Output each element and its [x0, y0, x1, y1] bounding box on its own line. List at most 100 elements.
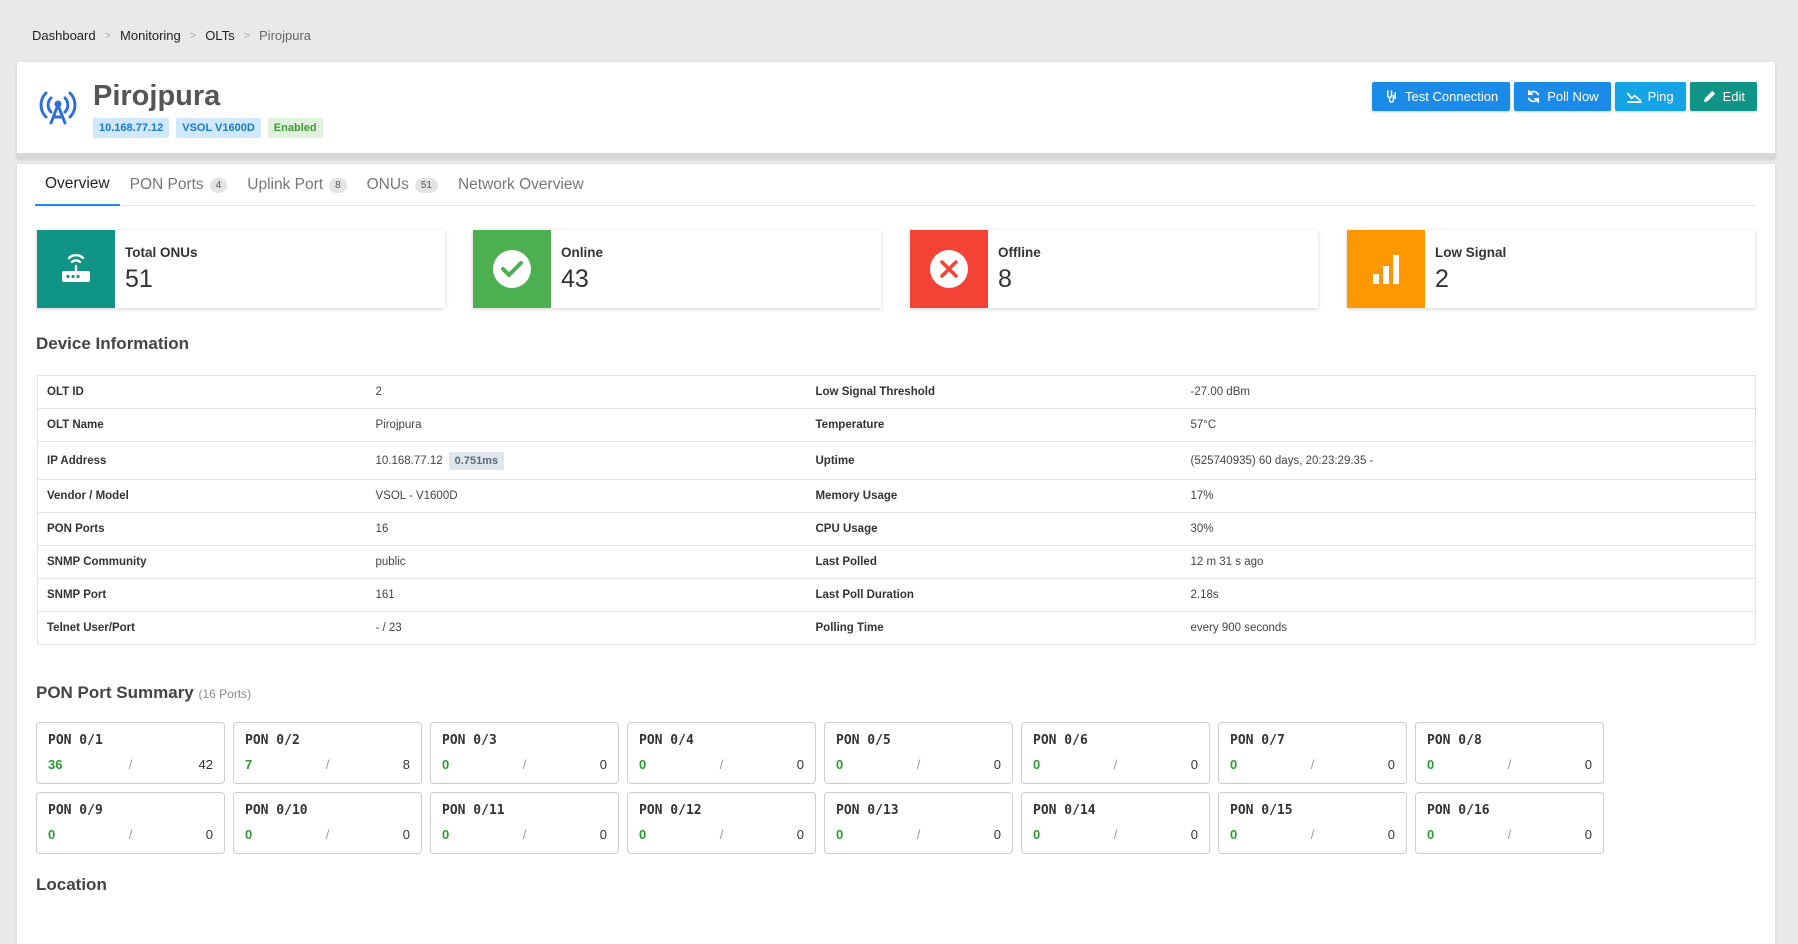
tab-network-overview[interactable]: Network Overview: [448, 164, 594, 206]
pon-total-count: 0: [599, 827, 607, 842]
tab-count-badge: 51: [414, 177, 438, 193]
pon-online-count: 0: [1230, 757, 1238, 772]
pon-port-card[interactable]: PON 0/2 7 / 8: [233, 722, 422, 784]
tab-pon-ports[interactable]: PON Ports 4: [120, 164, 238, 206]
stat-icon-box: [37, 230, 115, 308]
pon-port-card[interactable]: PON 0/10 0 / 0: [233, 792, 422, 854]
info-value: 12 m 31 s ago: [1181, 545, 1756, 579]
info-key: Last Polled: [806, 545, 1182, 579]
pon-port-name: PON 0/3: [442, 733, 497, 748]
pon-separator: /: [719, 757, 724, 772]
info-value-cell: 10.168.77.12 0.751ms: [366, 441, 807, 480]
tab-count-badge: 8: [329, 177, 347, 193]
breadcrumb-dashboard[interactable]: Dashboard: [32, 28, 96, 43]
pon-port-name: PON 0/11: [442, 803, 505, 818]
info-value: VSOL - V1600D: [366, 479, 807, 513]
table-row: OLT Name Pirojpura Temperature 57°C: [37, 408, 1756, 442]
stat-value: 8: [998, 265, 1012, 293]
pon-port-name: PON 0/16: [1427, 803, 1490, 818]
tab-uplink-port[interactable]: Uplink Port 8: [237, 164, 356, 206]
breadcrumb-olts[interactable]: OLTs: [205, 28, 234, 43]
pon-port-card[interactable]: PON 0/12 0 / 0: [627, 792, 816, 854]
pon-port-card[interactable]: PON 0/16 0 / 0: [1415, 792, 1604, 854]
pon-port-stats: 0 / 0: [1427, 757, 1592, 772]
pon-port-card[interactable]: PON 0/14 0 / 0: [1021, 792, 1210, 854]
info-value: Pirojpura: [366, 408, 807, 442]
info-key: OLT ID: [37, 375, 367, 409]
pon-port-stats: 0 / 0: [1427, 827, 1592, 842]
pon-port-card[interactable]: PON 0/11 0 / 0: [430, 792, 619, 854]
pon-separator: /: [1113, 827, 1118, 842]
olt-header-card: Pirojpura 10.168.77.12 VSOL V1600D Enabl…: [17, 62, 1775, 158]
table-row: OLT ID 2 Low Signal Threshold -27.00 dBm: [37, 375, 1756, 409]
pon-port-card[interactable]: PON 0/9 0 / 0: [36, 792, 225, 854]
main-content-card: Overview PON Ports 4 Uplink Port 8 ONUs …: [17, 164, 1775, 944]
tab-onus[interactable]: ONUs 51: [357, 164, 448, 206]
info-value: (525740935) 60 days, 20:23:29.35 -: [1181, 441, 1756, 480]
pon-online-count: 0: [1230, 827, 1238, 842]
stat-card-offline: Offline 8: [910, 230, 1318, 308]
pon-online-count: 7: [245, 757, 253, 772]
pon-total-count: 0: [1190, 757, 1198, 772]
pon-total-count: 0: [1584, 757, 1592, 772]
pon-port-name: PON 0/6: [1033, 733, 1088, 748]
stat-label: Online: [561, 245, 604, 260]
pon-port-card[interactable]: PON 0/7 0 / 0: [1218, 722, 1407, 784]
pon-port-stats: 0 / 0: [442, 827, 607, 842]
stat-label: Offline: [998, 245, 1041, 260]
pon-port-name: PON 0/7: [1230, 733, 1285, 748]
info-key: PON Ports: [37, 512, 367, 546]
latency-badge: 0.751ms: [448, 451, 505, 470]
poll-now-button[interactable]: Poll Now: [1514, 82, 1611, 111]
pon-total-count: 0: [402, 827, 410, 842]
pon-total-count: 0: [993, 757, 1001, 772]
pon-port-stats: 0 / 0: [1230, 827, 1395, 842]
stat-icon-box: [473, 230, 551, 308]
pon-port-stats: 0 / 0: [639, 827, 804, 842]
info-value: 2.18s: [1181, 578, 1756, 612]
stat-value: 51: [125, 265, 153, 293]
pon-summary-heading: PON Port Summary: [36, 683, 194, 702]
pon-port-card[interactable]: PON 0/8 0 / 0: [1415, 722, 1604, 784]
pon-port-card[interactable]: PON 0/3 0 / 0: [430, 722, 619, 784]
pon-online-count: 0: [245, 827, 253, 842]
pon-port-card[interactable]: PON 0/15 0 / 0: [1218, 792, 1407, 854]
info-key: Low Signal Threshold: [806, 375, 1182, 409]
tab-count-badge: 4: [209, 177, 228, 193]
pon-online-count: 0: [639, 757, 647, 772]
stat-value: 2: [1435, 265, 1449, 293]
pon-port-card[interactable]: PON 0/5 0 / 0: [824, 722, 1013, 784]
pon-port-card[interactable]: PON 0/13 0 / 0: [824, 792, 1013, 854]
pon-online-count: 0: [639, 827, 647, 842]
pon-total-count: 0: [796, 757, 804, 772]
pon-total-count: 0: [599, 757, 607, 772]
pon-separator: /: [128, 827, 133, 842]
pon-port-card[interactable]: PON 0/6 0 / 0: [1021, 722, 1210, 784]
pon-separator: /: [1113, 757, 1118, 772]
pon-separator: /: [916, 757, 921, 772]
pon-port-card[interactable]: PON 0/1 36 / 42: [36, 722, 225, 784]
breadcrumb-monitoring[interactable]: Monitoring: [120, 28, 181, 43]
tab-overview[interactable]: Overview: [35, 164, 120, 206]
close-circle-icon: [930, 250, 968, 288]
pon-port-stats: 0 / 0: [836, 757, 1001, 772]
breadcrumb-current: Pirojpura: [259, 28, 312, 43]
pon-total-count: 42: [198, 757, 213, 772]
pon-separator: /: [1310, 757, 1315, 772]
stat-card-online: Online 43: [473, 230, 881, 308]
edit-button[interactable]: Edit: [1689, 82, 1757, 111]
test-connection-button[interactable]: Test Connection: [1372, 82, 1511, 111]
pon-online-count: 36: [48, 757, 63, 772]
pon-separator: /: [1507, 827, 1512, 842]
table-row: SNMP Port 161 Last Poll Duration 2.18s: [37, 578, 1756, 612]
pon-separator: /: [325, 827, 330, 842]
pon-port-card[interactable]: PON 0/4 0 / 0: [627, 722, 816, 784]
info-value: -27.00 dBm: [1181, 375, 1756, 409]
ping-button[interactable]: Ping: [1614, 82, 1686, 111]
location-title: Location: [36, 875, 107, 894]
info-value: public: [366, 545, 807, 579]
pon-port-name: PON 0/8: [1427, 733, 1482, 748]
stat-card-low-signal: Low Signal 2: [1347, 230, 1755, 308]
antenna-icon: [39, 91, 77, 125]
info-value: 57°C: [1181, 408, 1756, 442]
